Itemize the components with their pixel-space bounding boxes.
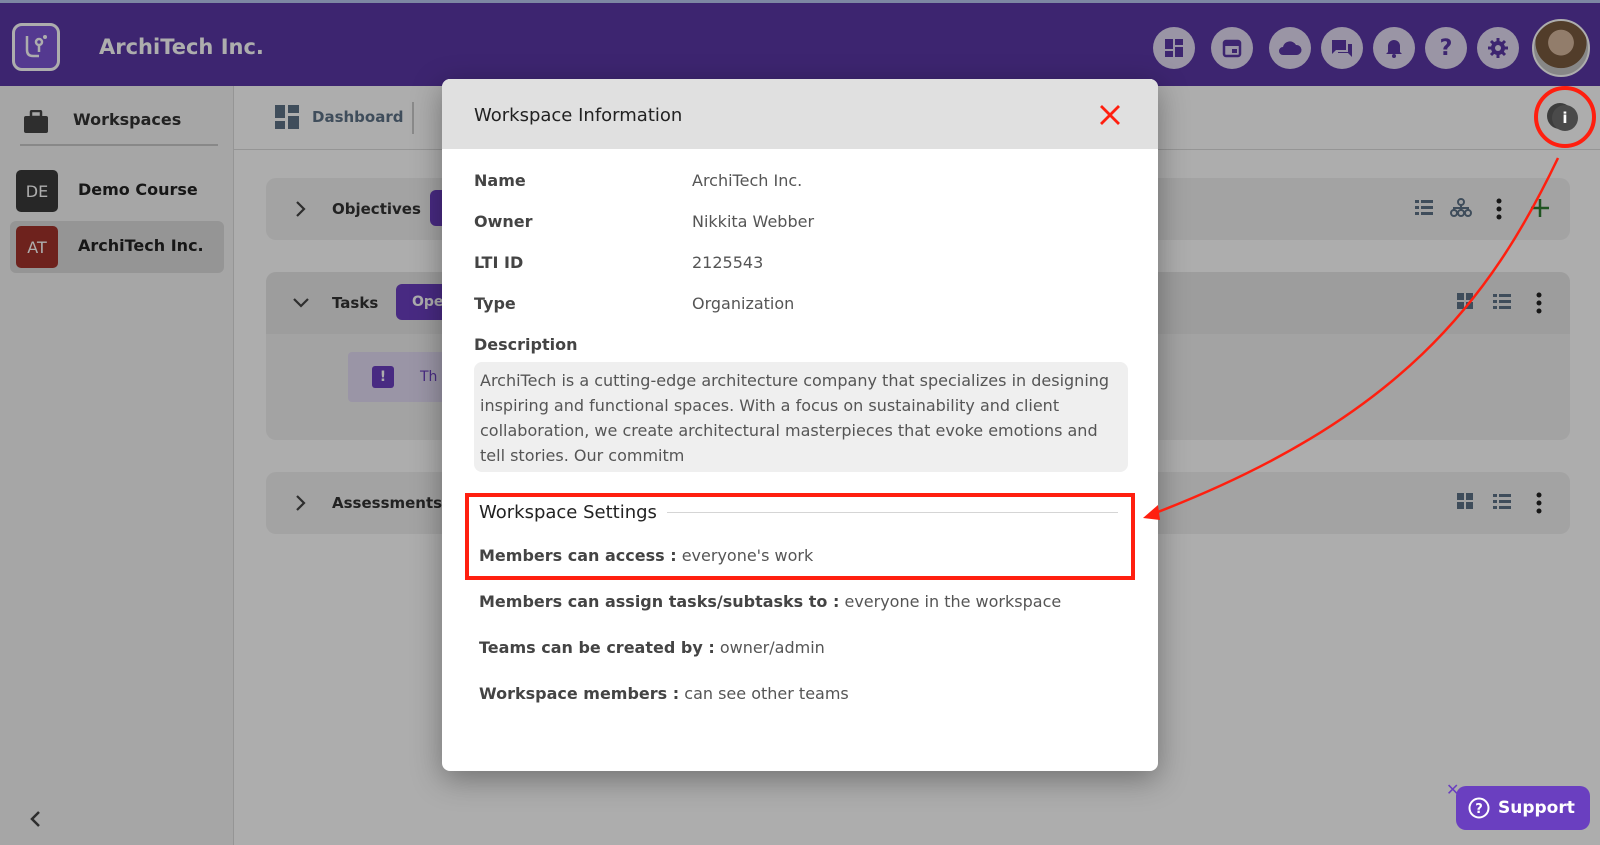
support-label: Support: [1498, 798, 1575, 818]
help-circle-icon: ?: [1468, 797, 1490, 819]
svg-text:?: ?: [1475, 802, 1483, 817]
annotation-arrow: [1143, 157, 1560, 520]
support-button[interactable]: ? Support: [1456, 786, 1590, 830]
